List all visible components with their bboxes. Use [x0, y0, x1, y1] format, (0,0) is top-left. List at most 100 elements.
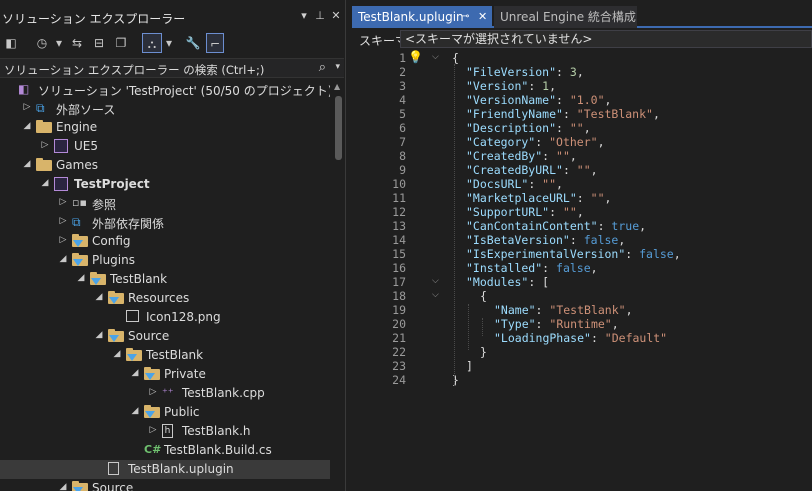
close-icon[interactable]: ✕: [329, 9, 343, 25]
code-token: false: [556, 261, 591, 275]
tree-item[interactable]: ◧ ソリューション 'TestProject' (50/50 のプロジェクト): [0, 80, 332, 99]
collapse-arrow-icon[interactable]: ◢: [130, 406, 140, 416]
tree-item[interactable]: ▷ ⧉ 外部ソース: [0, 99, 330, 118]
tree-item-label: Source: [128, 329, 170, 343]
code-editor[interactable]: 💡 1 ⌵{2 "FileVersion": 3, 3 "Version": 1, 4 "V…: [352, 50, 812, 491]
collapse-arrow-icon[interactable]: ◢: [130, 368, 140, 378]
dropdown-icon[interactable]: ▾: [164, 33, 174, 53]
filter-icon: [73, 487, 83, 491]
dropdown-icon[interactable]: ▾: [54, 33, 64, 53]
tree-item[interactable]: ▷ UE5: [0, 137, 330, 156]
search-input[interactable]: ソリューション エクスプローラー の検索 (Ctrl+;): [4, 62, 264, 78]
search-icon[interactable]: ⌕: [319, 60, 326, 75]
code-token: :: [597, 219, 612, 233]
window-options-icon[interactable]: ▾: [297, 9, 311, 25]
history-icon[interactable]: ◷: [32, 33, 52, 53]
collapse-arrow-icon[interactable]: ◢: [94, 330, 104, 340]
tree-item[interactable]: TestBlank.uplugin: [0, 460, 330, 479]
collapse-arrow-icon[interactable]: ◢: [76, 273, 86, 283]
explorer-title-bar: ソリューション エクスプローラー ▾ ⊥ ✕: [0, 6, 345, 28]
collapse-arrow-icon[interactable]: ◢: [22, 121, 32, 131]
tab-close-icon[interactable]: ✕: [478, 6, 487, 28]
line-number: 13: [392, 219, 406, 233]
indent-guide: [454, 64, 455, 386]
pin-icon[interactable]: ⊥: [313, 9, 327, 25]
line-number: 4: [399, 93, 406, 107]
tab-unreal-engine-config[interactable]: Unreal Engine 統合構成: [494, 6, 637, 28]
fold-chevron-icon[interactable]: ⌵: [432, 290, 439, 300]
tree-item[interactable]: ▷ ⁺⁺ TestBlank.cpp: [0, 384, 330, 403]
tab-testblank-uplugin[interactable]: TestBlank.uplugin ⊸ ✕: [352, 6, 492, 28]
line-number: 24: [392, 373, 406, 387]
tree-item[interactable]: ◢ Private: [0, 365, 330, 384]
solution-icon: ◧: [18, 82, 30, 96]
tree-item[interactable]: ▷ h TestBlank.h: [0, 422, 330, 441]
tab-pin-icon[interactable]: ⊸: [461, 6, 469, 28]
fold-chevron-icon[interactable]: ⌵: [432, 276, 439, 286]
code-line: "CanContainContent": true,: [466, 219, 646, 233]
lightbulb-icon[interactable]: 💡: [408, 50, 423, 66]
code-line: "Type": "Runtime",: [494, 317, 619, 331]
expand-arrow-icon[interactable]: ▷: [148, 387, 158, 397]
code-line: "FriendlyName": "TestBlank",: [466, 107, 660, 121]
filter-icon[interactable]: ⛬: [142, 33, 162, 53]
tree-item-label: 外部ソース: [56, 103, 116, 117]
tree-item[interactable]: ◢ Public: [0, 403, 330, 422]
copy-icon[interactable]: ❐: [112, 33, 130, 53]
tree-item-label: Private: [164, 367, 206, 381]
line-number: 15: [392, 247, 406, 261]
collapse-arrow-icon[interactable]: ◢: [94, 292, 104, 302]
tree-item[interactable]: ▷ ⧉ 外部依存関係: [0, 213, 330, 232]
tree-item[interactable]: Icon128.png: [0, 308, 330, 327]
tree-item[interactable]: ◢ Engine: [0, 118, 330, 137]
scrollbar-thumb[interactable]: [335, 96, 342, 160]
expand-arrow-icon[interactable]: ▷: [22, 102, 32, 112]
code-token: {: [452, 51, 459, 65]
expand-arrow-icon[interactable]: ▷: [58, 216, 68, 226]
tree-item[interactable]: ◢ TestProject: [0, 175, 330, 194]
scroll-up-icon[interactable]: ▲: [334, 82, 340, 91]
tree-item[interactable]: ◢ Plugins: [0, 251, 330, 270]
filter-folder-icon: [126, 348, 142, 361]
collapse-arrow-icon[interactable]: ◢: [58, 254, 68, 264]
code-line: "Category": "Other",: [466, 135, 605, 149]
vs-icon[interactable]: ◧: [2, 33, 20, 53]
indent-guide: [482, 318, 483, 336]
tree-item[interactable]: C# TestBlank.Build.cs: [0, 441, 330, 460]
tree-item[interactable]: ◢ TestBlank: [0, 270, 330, 289]
tree-item[interactable]: ◢ Resources: [0, 289, 330, 308]
code-token: ,: [576, 205, 584, 219]
code-token: "": [590, 191, 605, 205]
collapse-arrow-icon[interactable]: ◢: [112, 349, 122, 359]
preview-icon[interactable]: ⌐: [206, 33, 224, 53]
tree-item[interactable]: ◢ TestBlank: [0, 346, 330, 365]
collapse-arrow-icon[interactable]: ◢: [22, 159, 32, 169]
expand-arrow-icon[interactable]: ▷: [148, 425, 158, 435]
expand-arrow-icon[interactable]: ▷: [40, 140, 50, 150]
tree-item[interactable]: ◢ Games: [0, 156, 330, 175]
expand-arrow-icon[interactable]: ▷: [58, 235, 68, 245]
tab-label: Unreal Engine 統合構成: [500, 10, 636, 24]
tree-item[interactable]: ◢ Source: [0, 479, 330, 491]
project-icon: [54, 139, 68, 153]
collapse-arrow-icon[interactable]: ◢: [58, 482, 68, 491]
tree-item[interactable]: ▷ ▫▪ 参照: [0, 194, 330, 213]
code-token: "": [542, 177, 557, 191]
filter-folder-icon: [90, 272, 106, 285]
explorer-search-bar[interactable]: ソリューション エクスプローラー の検索 (Ctrl+;) ⌕ ▾: [0, 58, 344, 78]
tree-item[interactable]: ◢ Source: [0, 327, 330, 346]
code-token: :: [576, 191, 591, 205]
code-token: "": [562, 205, 577, 219]
explorer-scrollbar[interactable]: ▲: [330, 80, 345, 491]
collapse-icon[interactable]: ⊟: [90, 33, 108, 53]
fold-chevron-icon[interactable]: ⌵: [432, 52, 439, 62]
collapse-arrow-icon[interactable]: ◢: [40, 178, 50, 188]
wrench-icon[interactable]: 🔧: [184, 33, 202, 53]
expand-arrow-icon[interactable]: ▷: [58, 197, 68, 207]
tree-item-label: Engine: [56, 120, 98, 134]
tree-item[interactable]: ▷ Config: [0, 232, 330, 251]
schema-select[interactable]: <スキーマが選択されていません>: [400, 30, 812, 48]
editor-tab-strip: TestBlank.uplugin ⊸ ✕ Unreal Engine 統合構成: [352, 6, 812, 28]
sync-icon[interactable]: ⇆: [68, 33, 86, 53]
search-options-icon[interactable]: ▾: [335, 62, 340, 72]
